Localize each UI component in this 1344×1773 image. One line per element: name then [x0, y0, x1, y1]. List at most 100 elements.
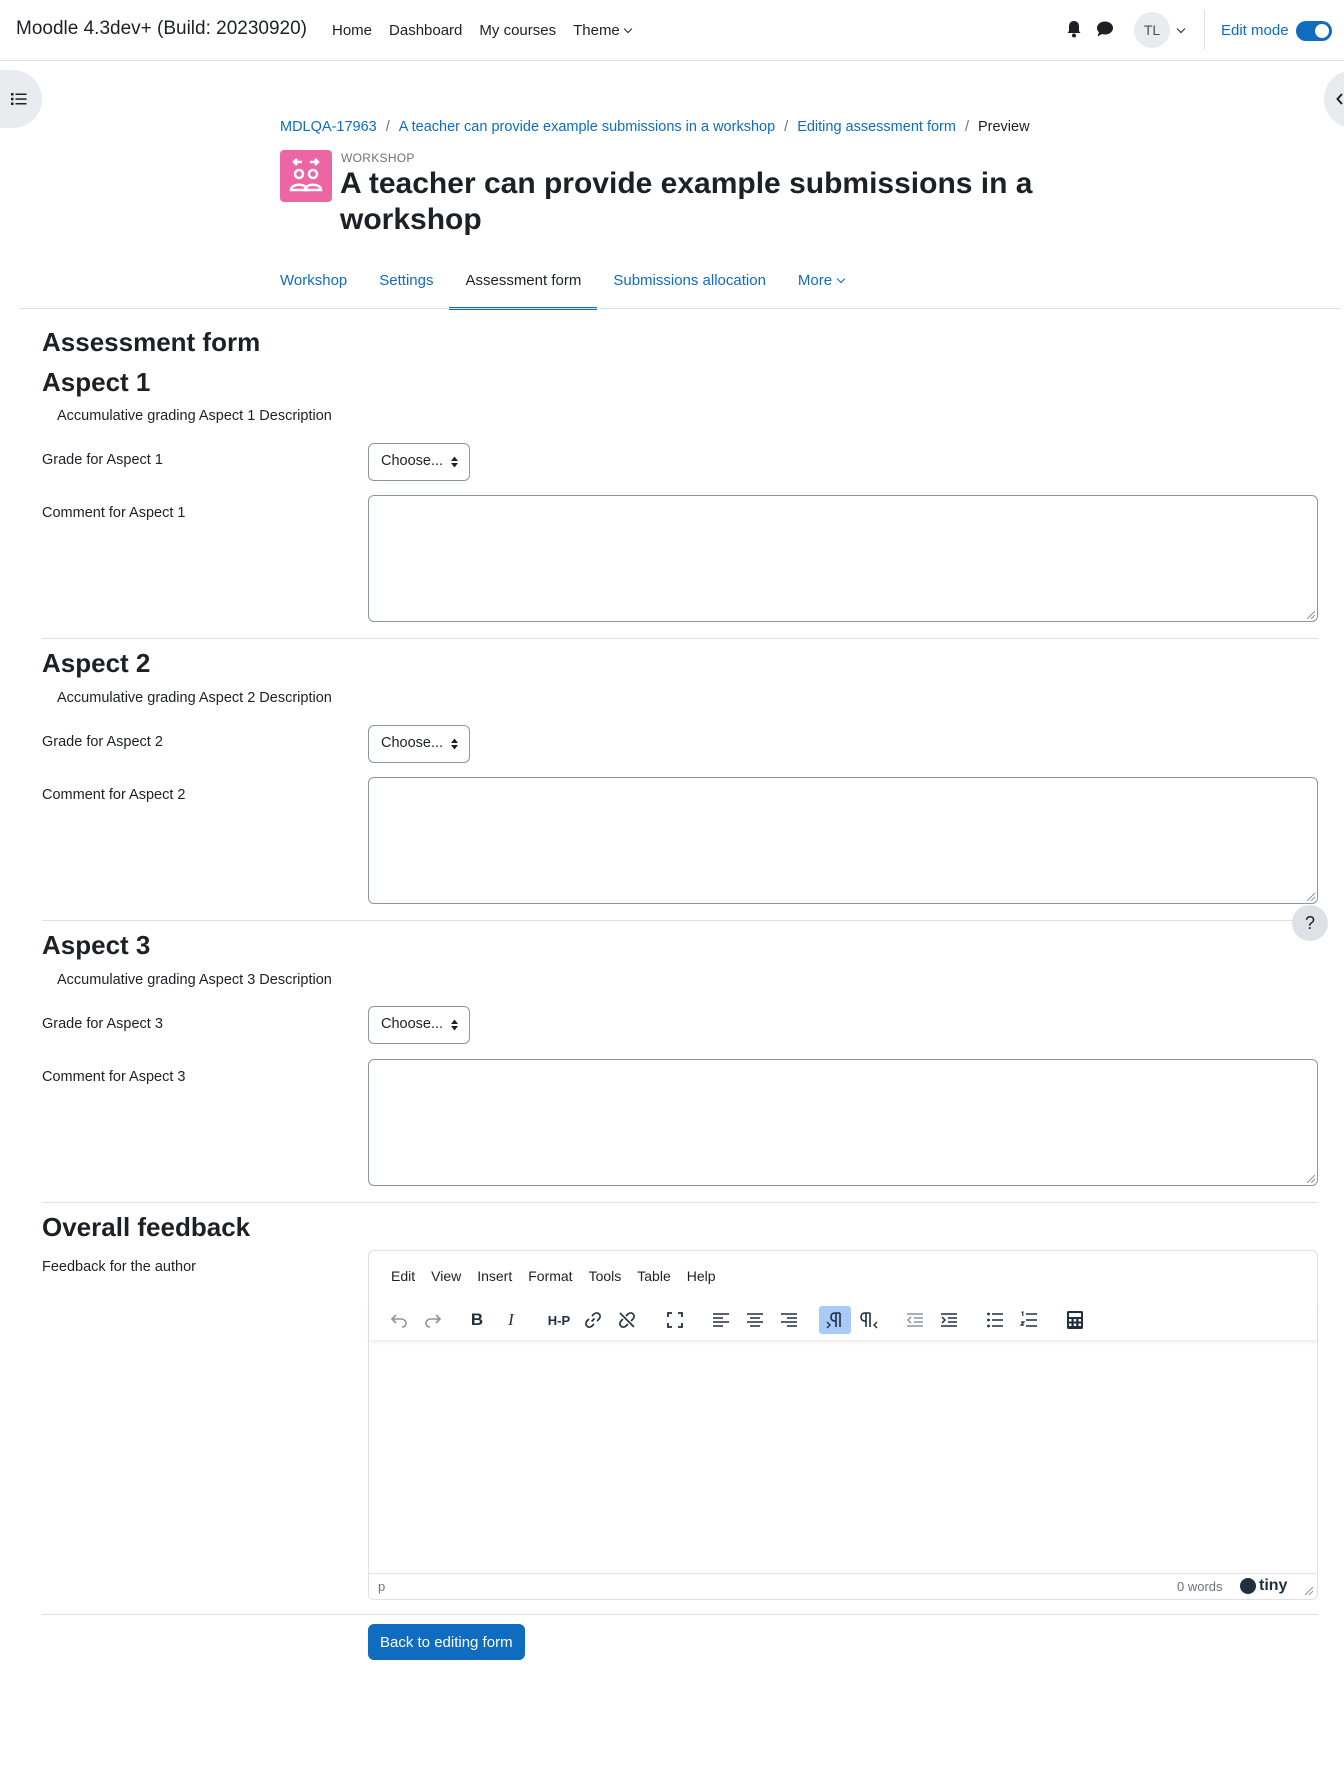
aspect-2-comment-label: Comment for Aspect 2 [42, 787, 186, 803]
h5p-icon[interactable]: H-P [543, 1306, 575, 1334]
align-left-icon[interactable] [705, 1306, 737, 1334]
nav-home[interactable]: Home [332, 22, 372, 39]
chevron-left-icon [1336, 93, 1343, 105]
secondary-navigation: Workshop Settings Assessment form Submis… [264, 258, 860, 310]
edit-mode-toggle[interactable] [1296, 21, 1332, 41]
breadcrumb: MDLQA-17963 / A teacher can provide exam… [280, 119, 1030, 135]
nav-theme-dropdown[interactable]: Theme [573, 22, 631, 39]
aspect-3-description: Accumulative grading Aspect 3 Descriptio… [57, 972, 332, 988]
section-divider [42, 920, 1318, 921]
nav-my-courses[interactable]: My courses [479, 22, 556, 39]
top-navbar: Moodle 4.3dev+ (Build: 20230920) Home Da… [0, 0, 1344, 61]
tab-submissions-allocation[interactable]: Submissions allocation [597, 258, 782, 310]
notifications-bell-icon[interactable] [1066, 20, 1082, 38]
editor-menu-edit[interactable]: Edit [391, 1268, 415, 1284]
aspect-2-comment-textarea[interactable] [368, 777, 1318, 904]
section-divider [42, 1202, 1318, 1203]
aspect-1-grade-value: Choose... [381, 453, 444, 469]
select-arrows-icon [451, 456, 458, 468]
select-arrows-icon [451, 738, 458, 750]
word-count[interactable]: 0 words [1177, 1579, 1223, 1594]
resize-handle-icon[interactable] [1305, 1587, 1313, 1595]
tab-settings[interactable]: Settings [363, 258, 449, 310]
link-icon[interactable] [577, 1306, 609, 1334]
section-divider [42, 638, 1318, 639]
aspect-1-grade-select[interactable]: Choose... [368, 443, 470, 481]
aspect-2-title: Aspect 2 [42, 648, 151, 678]
primary-navigation: Home Dashboard My courses Theme [332, 22, 648, 39]
back-to-editing-form-button[interactable]: Back to editing form [368, 1624, 525, 1660]
breadcrumb-activity[interactable]: A teacher can provide example submission… [399, 119, 775, 135]
italic-icon[interactable]: I [495, 1306, 527, 1334]
aspect-1-title: Aspect 1 [42, 367, 151, 397]
tiny-brand-text: tiny [1259, 1577, 1288, 1594]
editor-menu-format[interactable]: Format [528, 1268, 572, 1284]
editor-menubar: Edit View Insert Format Tools Table Help [391, 1268, 732, 1284]
editor-menu-view[interactable]: View [431, 1268, 461, 1284]
module-type-label: WORKSHOP [341, 151, 415, 165]
user-avatar[interactable]: TL [1134, 12, 1170, 48]
course-index-drawer-toggle[interactable] [0, 70, 42, 128]
editor-menu-table[interactable]: Table [637, 1268, 670, 1284]
form-heading: Assessment form [42, 327, 261, 357]
align-right-icon[interactable] [773, 1306, 805, 1334]
editor-content-area[interactable] [369, 1343, 1317, 1573]
redo-icon[interactable] [417, 1306, 449, 1334]
fullscreen-icon[interactable] [659, 1306, 691, 1334]
site-name[interactable]: Moodle 4.3dev+ (Build: 20230920) [16, 18, 307, 40]
editor-menu-insert[interactable]: Insert [477, 1268, 512, 1284]
tiny-logo-icon [1240, 1578, 1256, 1594]
select-arrows-icon [451, 1019, 458, 1031]
edit-mode-label[interactable]: Edit mode [1221, 22, 1289, 39]
aspect-2-description: Accumulative grading Aspect 2 Descriptio… [57, 690, 332, 706]
breadcrumb-editing-form[interactable]: Editing assessment form [797, 119, 956, 135]
tab-workshop[interactable]: Workshop [264, 258, 363, 310]
aspect-2-grade-label: Grade for Aspect 2 [42, 734, 163, 750]
unlink-icon[interactable] [611, 1306, 643, 1334]
rtl-icon[interactable] [853, 1306, 885, 1334]
breadcrumb-course[interactable]: MDLQA-17963 [280, 119, 377, 135]
indent-icon[interactable] [933, 1306, 965, 1334]
help-button[interactable]: ? [1292, 905, 1328, 941]
aspect-1-description: Accumulative grading Aspect 1 Descriptio… [57, 408, 332, 424]
block-drawer-toggle[interactable] [1324, 70, 1344, 128]
bold-icon[interactable]: B [461, 1306, 493, 1334]
editor-menu-tools[interactable]: Tools [589, 1268, 622, 1284]
aspect-3-comment-label: Comment for Aspect 3 [42, 1069, 186, 1085]
navbar-divider [1204, 10, 1205, 50]
page-title: A teacher can provide example submission… [340, 167, 1033, 236]
breadcrumb-current: Preview [977, 119, 1030, 135]
nav-dashboard[interactable]: Dashboard [389, 22, 462, 39]
tab-more-dropdown[interactable]: More [782, 258, 860, 310]
editor-statusbar: p 0 words tiny [369, 1573, 1317, 1599]
aspect-3-comment-textarea[interactable] [368, 1059, 1318, 1186]
overall-feedback-heading: Overall feedback [42, 1212, 251, 1242]
aspect-1-comment-label: Comment for Aspect 1 [42, 505, 186, 521]
aspect-3-grade-select[interactable]: Choose... [368, 1006, 470, 1044]
aspect-2-grade-value: Choose... [381, 735, 444, 751]
messages-chat-icon[interactable] [1096, 21, 1114, 37]
aspect-3-grade-label: Grade for Aspect 3 [42, 1016, 163, 1032]
aspect-1-comment-textarea[interactable] [368, 495, 1318, 622]
undo-icon[interactable] [383, 1306, 415, 1334]
numbered-list-icon[interactable] [1013, 1306, 1045, 1334]
list-icon [11, 93, 27, 105]
aspect-2-grade-select[interactable]: Choose... [368, 725, 470, 763]
editor-toolbar: B I H-P [369, 1301, 1317, 1341]
ltr-icon[interactable] [819, 1306, 851, 1334]
tiny-brand-link[interactable]: tiny [1240, 1577, 1287, 1595]
user-menu-chevron-down-icon[interactable] [1176, 24, 1186, 34]
element-path[interactable]: p [378, 1579, 385, 1594]
equation-icon[interactable] [1059, 1306, 1091, 1334]
header-divider [19, 308, 1341, 309]
aspect-3-title: Aspect 3 [42, 930, 151, 960]
breadcrumb-separator: / [784, 119, 789, 135]
editor-menu-help[interactable]: Help [687, 1268, 716, 1284]
tab-assessment-form[interactable]: Assessment form [449, 258, 598, 310]
aspect-1-grade-label: Grade for Aspect 1 [42, 452, 163, 468]
bullet-list-icon[interactable] [979, 1306, 1011, 1334]
align-center-icon[interactable] [739, 1306, 771, 1334]
breadcrumb-separator: / [964, 119, 969, 135]
outdent-icon[interactable] [899, 1306, 931, 1334]
breadcrumb-separator: / [385, 119, 390, 135]
